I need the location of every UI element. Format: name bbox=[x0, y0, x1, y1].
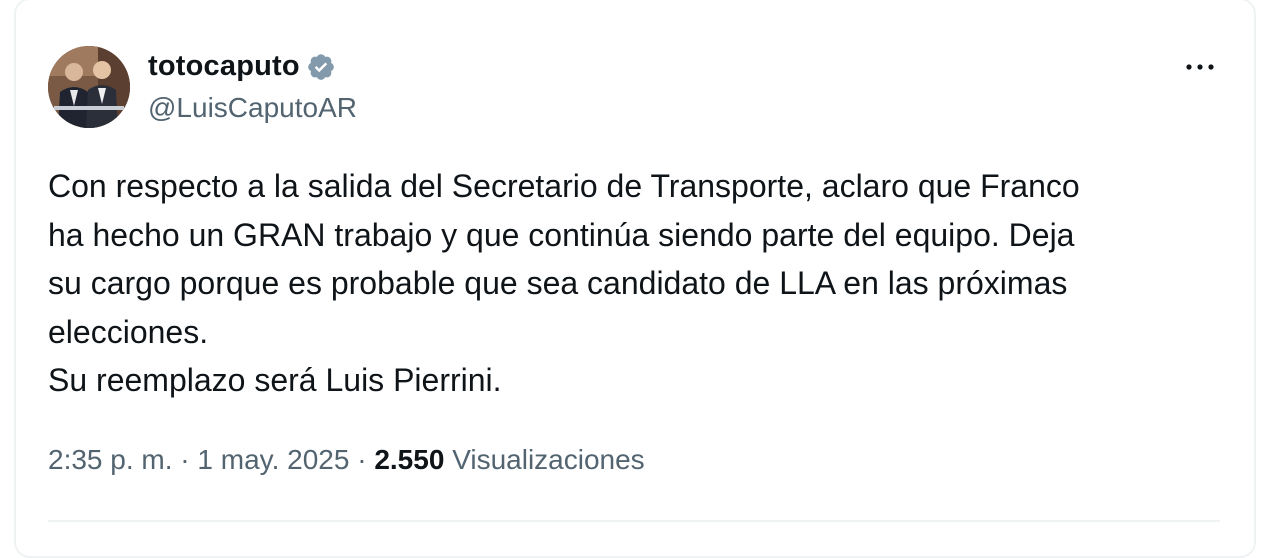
meta-separator: · bbox=[180, 444, 190, 475]
avatar[interactable] bbox=[48, 46, 130, 128]
views-count: 2.550 bbox=[374, 444, 445, 475]
author-handle[interactable]: @LuisCaputoAR bbox=[148, 92, 357, 124]
avatar-photo bbox=[48, 46, 130, 128]
verified-badge-icon bbox=[306, 52, 336, 82]
author-name[interactable]: totocaputo bbox=[148, 50, 300, 83]
meta-separator: · bbox=[357, 444, 367, 475]
tweet-date[interactable]: 1 may. 2025 bbox=[197, 444, 349, 475]
tweet-meta: 2:35 p. m. · 1 may. 2025 · 2.550 Visuali… bbox=[48, 444, 645, 476]
tweet-time[interactable]: 2:35 p. m. bbox=[48, 444, 173, 475]
more-horizontal-icon[interactable] bbox=[1182, 54, 1218, 80]
views-label: Visualizaciones bbox=[452, 444, 645, 475]
divider bbox=[48, 520, 1220, 522]
author-name-row: totocaputo bbox=[148, 50, 336, 83]
tweet-text: Con respecto a la salida del Secretario … bbox=[48, 168, 1080, 398]
